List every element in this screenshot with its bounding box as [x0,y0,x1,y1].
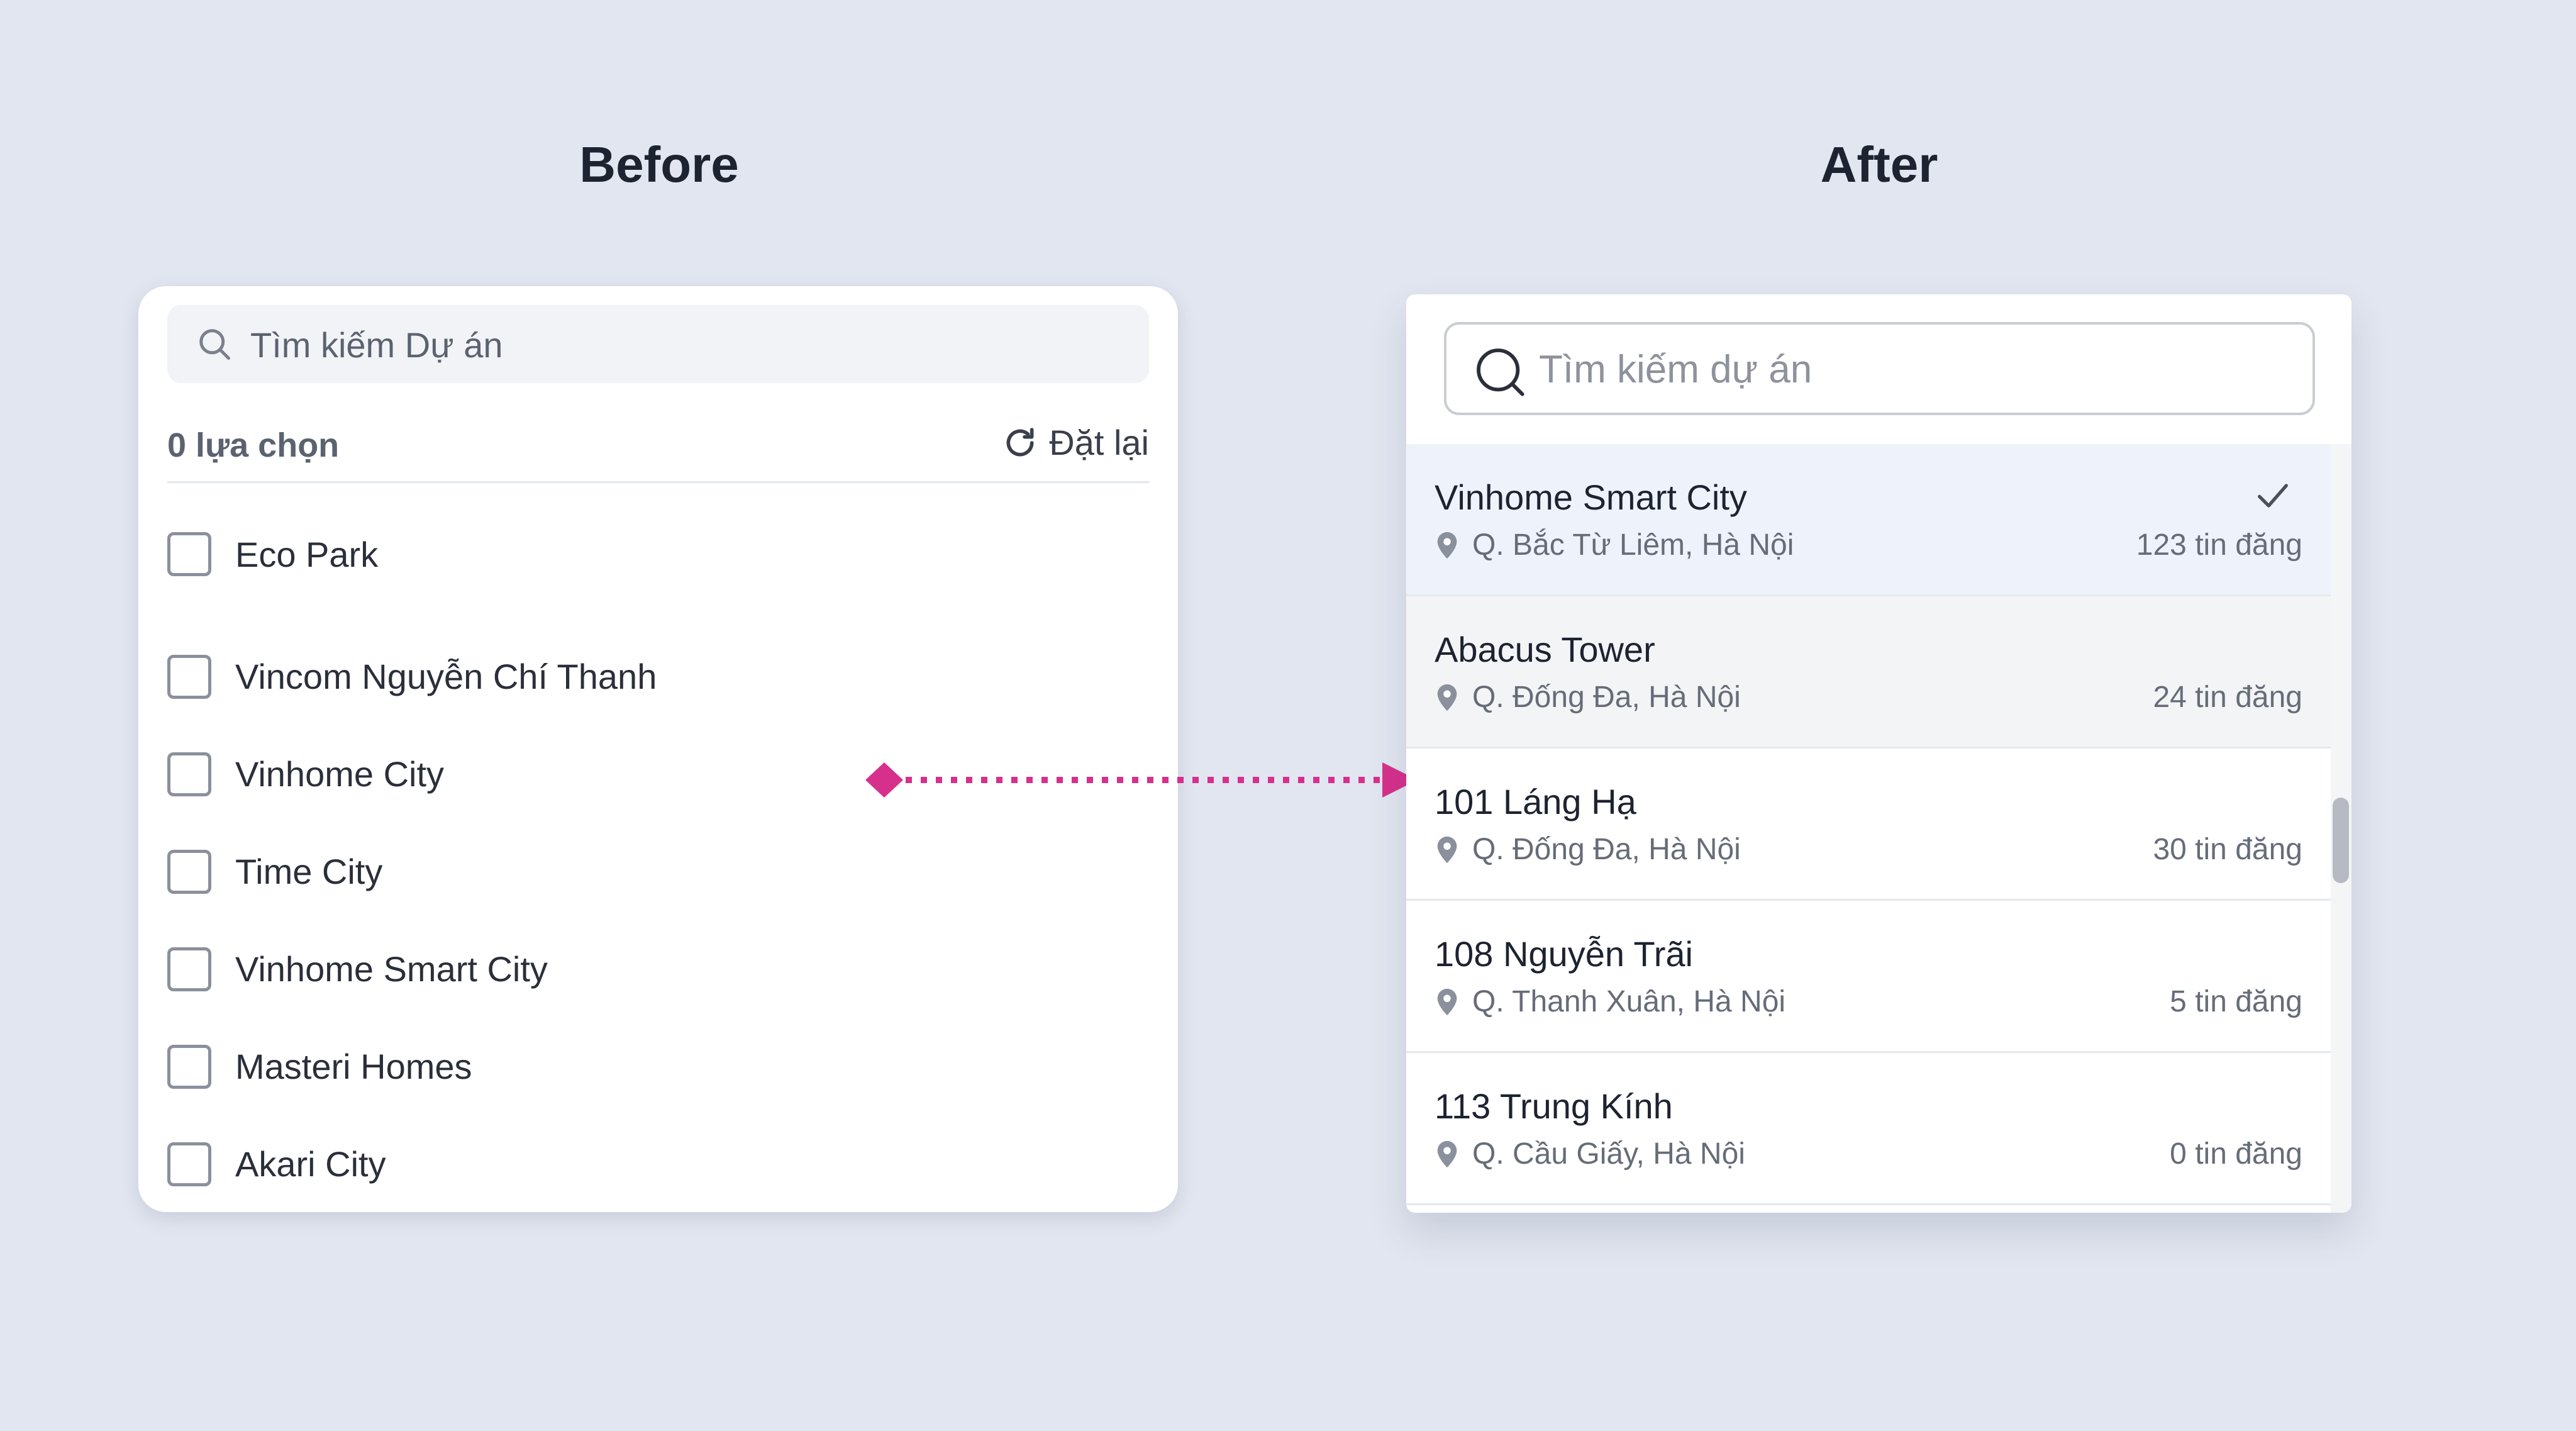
after-project-list: Vinhome Smart City Q. Bắc Từ Liêm, Hà Nội… [1406,444,2331,1205]
option-label: Vinhome City [235,754,445,794]
option-label: Masteri Homes [235,1047,472,1086]
map-pin-icon [1437,532,1457,559]
checkbox[interactable] [167,752,211,796]
checkbox[interactable] [167,532,211,576]
map-pin-icon [1437,988,1457,1015]
location-text: Q. Thanh Xuân, Hà Nội [1472,985,1786,1018]
map-pin-icon [1437,684,1457,711]
checkbox-option[interactable]: Masteri Homes [167,1018,1149,1115]
refresh-icon [1006,427,1034,456]
after-project-filter-panel: Vinhome Smart City Q. Bắc Từ Liêm, Hà Nội… [1406,294,2351,1213]
after-search-input[interactable] [1538,325,2295,414]
after-heading: After [1820,136,1938,192]
option-label: Eco Park [235,534,379,574]
reset-label: Đặt lại [1049,423,1149,462]
checkbox-option[interactable]: Eco Park [167,530,1149,578]
project-location: Q. Thanh Xuân, Hà Nội [1435,984,1785,1019]
project-name: Vinhome Smart City [1435,477,1747,517]
checkmark-icon [2258,484,2288,508]
project-name: 113 Trung Kính [1435,1086,1673,1126]
checkbox[interactable] [167,947,211,991]
project-list-item[interactable]: 113 Trung Kính Q. Cầu Giấy, Hà Nội 0 tin đ… [1406,1053,2331,1205]
project-list-item[interactable]: Abacus Tower Q. Đống Đa, Hà Nội 24 tin đăn… [1406,596,2331,749]
checkbox[interactable] [167,1044,211,1089]
location-text: Q. Bắc Từ Liêm, Hà Nội [1472,528,1794,562]
project-location: Q. Đống Đa, Hà Nội [1435,680,1741,715]
project-name: Abacus Tower [1435,630,1655,669]
before-toolbar: 0 lựa chọn Đặt lại [167,412,1149,483]
project-list-item[interactable]: Vinhome Smart City Q. Bắc Từ Liêm, Hà Nội… [1406,444,2331,596]
listing-count: 123 tin đăng [2136,528,2302,562]
location-text: Q. Đống Đa, Hà Nội [1472,681,1741,714]
checkbox-option[interactable]: Time City [167,823,1149,920]
comparison-arrow [865,762,1418,798]
before-project-filter-panel: 0 lựa chọn Đặt lại Eco Park Vincom Nguyễn… [138,286,1178,1212]
checkbox[interactable] [167,849,211,894]
map-pin-icon [1437,836,1457,863]
listing-count: 30 tin đăng [2153,833,2302,866]
project-location: Q. Đống Đa, Hà Nội [1435,832,1741,867]
search-icon [1477,348,1524,396]
project-list-item[interactable]: 101 Láng Hạ Q. Đống Đa, Hà Nội 30 tin đăng [1406,749,2331,901]
option-label: Vinhome Smart City [235,949,548,989]
before-search-box[interactable] [167,305,1149,384]
before-option-list: Eco Park Vincom Nguyễn Chí Thanh Vinhome C… [167,530,1149,1213]
reset-button[interactable]: Đặt lại [1002,422,1149,463]
project-location: Q. Bắc Từ Liêm, Hà Nội [1435,528,1794,562]
listing-count: 24 tin đăng [2153,681,2302,714]
before-heading: Before [579,136,739,192]
project-location: Q. Cầu Giấy, Hà Nội [1435,1137,1745,1171]
project-name: 101 Láng Hạ [1435,782,1636,821]
option-label: Vincom Nguyễn Chí Thanh [235,657,657,696]
project-list-item[interactable]: 108 Nguyễn Trãi Q. Thanh Xuân, Hà Nội 5 ti… [1406,901,2331,1053]
search-icon [199,329,230,360]
location-text: Q. Cầu Giấy, Hà Nội [1472,1137,1745,1171]
checkbox[interactable] [167,1142,211,1186]
listing-count: 5 tin đăng [2170,985,2302,1018]
before-search-input[interactable] [249,305,1132,384]
selection-count: 0 lựa chọn [167,426,340,464]
listing-count: 0 tin đăng [2170,1137,2302,1171]
checkbox-option[interactable]: Vinhome Smart City [167,920,1149,1018]
scrollbar-thumb[interactable] [2333,798,2349,883]
after-search-box[interactable] [1444,322,2315,415]
checkbox[interactable] [167,654,211,699]
location-text: Q. Đống Đa, Hà Nội [1472,833,1741,866]
checkbox-option[interactable]: Akari City [167,1115,1149,1213]
option-label: Time City [235,852,383,891]
checkbox-option[interactable]: Vincom Nguyễn Chí Thanh [167,628,1149,725]
arrow-start-diamond [865,762,903,798]
map-pin-icon [1437,1140,1457,1167]
project-name: 108 Nguyễn Trãi [1435,934,1693,974]
option-label: Akari City [235,1144,386,1184]
